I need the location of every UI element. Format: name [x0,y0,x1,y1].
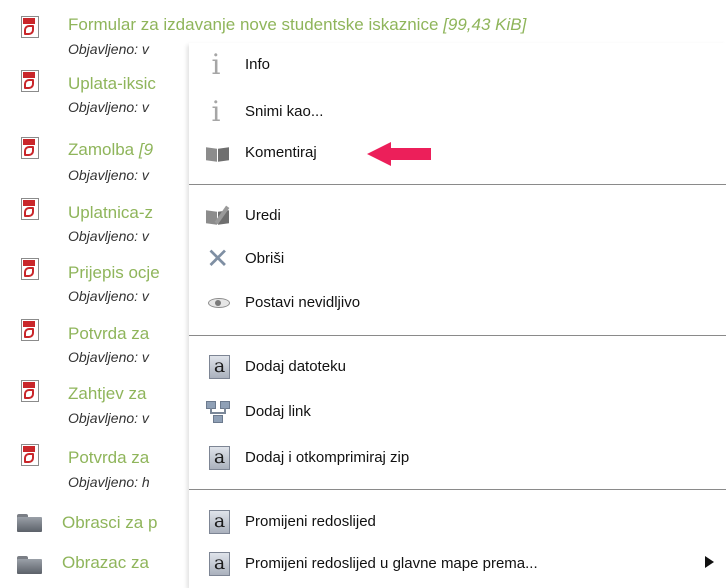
pdf-file-icon[interactable] [21,137,41,159]
add-file-icon: a [206,549,232,576]
menu-separator [189,184,726,185]
menu-item-label: Dodaj datoteku [245,358,346,375]
file-meta: Objavljeno: v [68,41,149,57]
file-link[interactable]: Formular za izdavanje nove studentske is… [68,15,526,35]
menu-item-add-link[interactable]: Dodaj link [189,395,726,429]
menu-item-label: Dodaj i otkomprimiraj zip [245,449,410,466]
annotation-arrow-icon [367,142,433,166]
menu-item-info[interactable]: i Info [189,48,726,82]
file-link[interactable]: Zahtjev za [68,384,146,404]
add-file-icon: a [206,443,232,470]
delete-x-icon: ✕ [206,242,230,275]
menu-item-label: Obriši [245,250,285,267]
file-meta: Objavljeno: v [68,167,149,183]
context-menu: i Info i Snimi kao... Komentiraj Uredi ✕… [189,43,726,588]
add-file-icon: a [206,507,232,534]
menu-item-add-unzip[interactable]: a Dodaj i otkomprimiraj zip [189,441,726,475]
pdf-file-icon[interactable] [21,70,41,92]
pdf-file-icon[interactable] [21,319,41,341]
pdf-file-icon[interactable] [21,16,41,38]
file-link[interactable]: Uplata-iksic [68,74,156,94]
menu-item-label: Uredi [245,207,281,224]
eye-icon [206,288,232,314]
menu-item-delete[interactable]: ✕ Obriši [189,242,726,276]
menu-item-label: Promijeni redoslijed u glavne mape prema… [245,555,538,572]
info-icon: i [211,95,221,128]
file-link[interactable]: Zamolba [9 [68,140,153,160]
file-meta: Objavljeno: v [68,410,149,426]
file-link[interactable]: Potvrda za [68,324,149,344]
book-icon [206,140,232,166]
file-link[interactable]: Potvrda za [68,448,149,468]
menu-separator [189,489,726,490]
pdf-file-icon[interactable] [21,444,41,466]
menu-separator [189,335,726,336]
pdf-file-icon[interactable] [21,380,41,402]
network-link-icon [206,399,232,425]
menu-item-label: Promijeni redoslijed [245,513,376,530]
file-meta: Objavljeno: v [68,99,149,115]
menu-item-label: Dodaj link [245,403,311,420]
file-meta: Objavljeno: h [68,474,150,490]
menu-item-label: Info [245,56,271,73]
menu-item-save-as[interactable]: i Snimi kao... [189,95,726,129]
menu-item-reorder[interactable]: a Promijeni redoslijed [189,505,726,539]
file-meta: Objavljeno: v [68,228,149,244]
folder-link[interactable]: Obrasci za p [62,513,157,533]
edit-icon [206,203,232,229]
menu-item-add-file[interactable]: a Dodaj datoteku [189,350,726,384]
folder-link[interactable]: Obrazac za [62,553,149,573]
file-link[interactable]: Uplatnica-z [68,203,153,223]
folder-icon[interactable] [17,514,43,532]
pdf-file-icon[interactable] [21,258,41,280]
menu-item-edit[interactable]: Uredi [189,199,726,233]
file-meta: Objavljeno: v [68,349,149,365]
menu-item-label: Snimi kao... [245,103,324,120]
menu-item-reorder-main[interactable]: a Promijeni redoslijed u glavne mape pre… [189,547,726,581]
menu-item-hide[interactable]: Postavi nevidljivo [189,286,726,320]
menu-item-comment[interactable]: Komentiraj [189,136,726,170]
submenu-arrow-icon [705,556,714,568]
file-link[interactable]: Prijepis ocje [68,263,160,283]
pdf-file-icon[interactable] [21,198,41,220]
file-meta: Objavljeno: v [68,288,149,304]
info-icon: i [211,48,221,81]
menu-item-label: Postavi nevidljivo [245,294,361,311]
menu-item-label: Komentiraj [245,144,317,161]
folder-icon[interactable] [17,556,43,574]
add-file-icon: a [206,352,232,379]
